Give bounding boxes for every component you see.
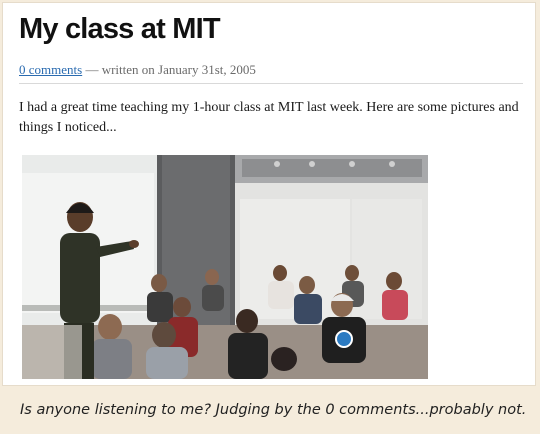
- classroom-photo-illustration: [22, 155, 428, 379]
- post-meta: 0 comments — written on January 31st, 20…: [19, 62, 256, 78]
- blog-post-card: My class at MIT 0 comments — written on …: [2, 2, 536, 386]
- classroom-photo: [22, 155, 428, 379]
- divider: [19, 83, 523, 84]
- comments-link[interactable]: 0 comments: [19, 62, 82, 77]
- screenshot-frame: My class at MIT 0 comments — written on …: [0, 0, 540, 434]
- post-intro: I had a great time teaching my 1-hour cl…: [19, 100, 519, 135]
- image-caption: Is anyone listening to me? Judging by th…: [20, 402, 527, 418]
- post-title: My class at MIT: [19, 13, 221, 45]
- post-date: — written on January 31st, 2005: [82, 62, 256, 77]
